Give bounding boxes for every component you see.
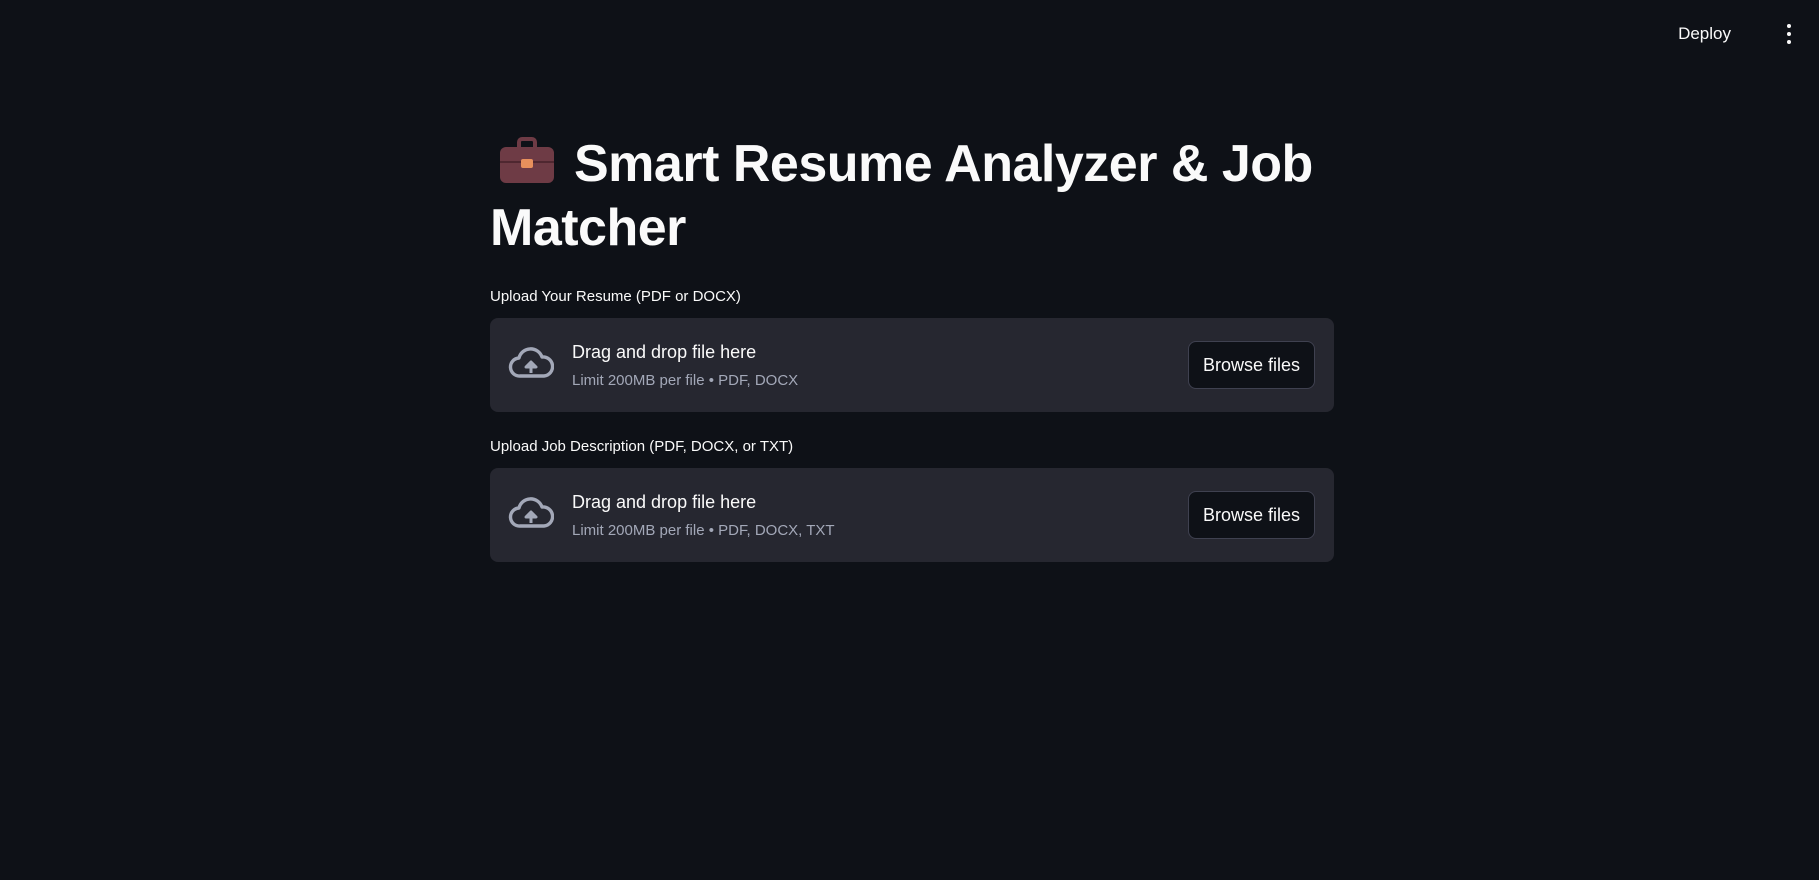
vertical-ellipsis-icon[interactable] [1781,22,1797,46]
dropzone-instructions: Drag and drop file here [572,492,757,512]
job-description-upload-label: Upload Job Description (PDF, DOCX, or TX… [490,438,794,455]
cloud-upload-icon [508,497,554,528]
dropzone-instructions: Drag and drop file here [572,342,757,362]
dropzone-limit: Limit 200MB per file • PDF, DOCX, TXT [572,522,835,539]
job-description-dropzone[interactable]: Drag and drop file here Limit 200MB per … [490,468,1334,562]
deploy-button[interactable]: Deploy [1670,20,1739,48]
job-description-uploader: Upload Job Description (PDF, DOCX, or TX… [490,436,1334,562]
page-title: Smart Resume Analyzer & Job Matcher [490,132,1334,260]
main-content: Smart Resume Analyzer & Job Matcher Uplo… [490,132,1334,562]
resume-dropzone[interactable]: Drag and drop file here Limit 200MB per … [490,318,1334,412]
resume-uploader: Upload Your Resume (PDF or DOCX) Drag an… [490,286,1334,412]
briefcase-icon [498,133,556,185]
resume-upload-label: Upload Your Resume (PDF or DOCX) [490,288,741,305]
browse-files-button[interactable]: Browse files [1188,491,1315,539]
dropzone-limit: Limit 200MB per file • PDF, DOCX [572,372,799,389]
top-header: Deploy [0,0,1819,68]
page-title-text: Smart Resume Analyzer & Job Matcher [490,135,1313,257]
cloud-upload-icon [508,347,554,378]
browse-files-button[interactable]: Browse files [1188,341,1315,389]
